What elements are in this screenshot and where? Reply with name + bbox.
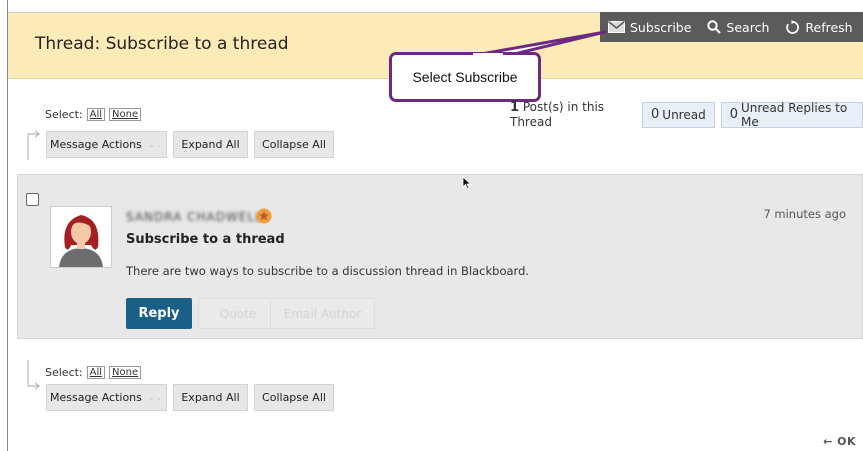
- thread-counts: 1 Post(s) in this Thread 0 Unread 0 Unread…: [510, 100, 863, 129]
- chevron-down-icon: ⌄⌄: [147, 392, 163, 403]
- post-checkbox[interactable]: [26, 193, 39, 206]
- tree-connector-icon: [27, 130, 40, 160]
- unread-count-button[interactable]: 0 Unread: [642, 101, 715, 128]
- bottom-select-row: Select: All None: [45, 366, 142, 379]
- unread-replies-button[interactable]: 0 Unread Replies to Me: [720, 101, 863, 129]
- search-icon: [707, 20, 722, 34]
- select-none-link[interactable]: None: [109, 108, 142, 121]
- envelope-icon: [608, 21, 625, 33]
- select-label: Select:: [45, 366, 83, 379]
- refresh-button[interactable]: Refresh: [777, 19, 860, 35]
- post-body: There are two ways to subscribe to a dis…: [126, 264, 530, 278]
- tree-connector-icon: [27, 360, 40, 390]
- expand-all-button[interactable]: Expand All: [173, 131, 248, 158]
- avatar: [50, 206, 112, 268]
- message-actions-label: Message Actions: [50, 391, 142, 404]
- callout-text: Select Subscribe: [412, 69, 518, 85]
- mouse-cursor-icon: [462, 176, 472, 190]
- message-actions-label: Message Actions: [50, 138, 142, 151]
- badge-icon: [256, 208, 272, 224]
- top-select-row: Select: All None: [45, 108, 142, 121]
- search-button[interactable]: Search: [699, 20, 777, 35]
- post-timestamp: 7 minutes ago: [763, 207, 846, 221]
- select-none-link[interactable]: None: [109, 366, 142, 379]
- instruction-callout: Select Subscribe: [389, 52, 541, 102]
- email-author-button[interactable]: Email Author: [270, 298, 375, 329]
- reply-button[interactable]: Reply: [126, 298, 192, 329]
- refresh-label: Refresh: [805, 19, 853, 35]
- chevron-down-icon: ⌄⌄: [147, 139, 163, 150]
- post-author: SANDRA CHADWELL: [126, 210, 263, 224]
- post-count: 1 Post(s) in this Thread: [510, 100, 605, 129]
- post-card: SANDRA CHADWELL Subscribe to a thread 7 …: [17, 174, 863, 339]
- subscribe-button[interactable]: Subscribe: [600, 20, 699, 35]
- message-actions-button[interactable]: Message Actions ⌄⌄: [46, 384, 167, 411]
- refresh-icon: [785, 19, 800, 35]
- select-label: Select:: [45, 108, 83, 121]
- search-label: Search: [726, 19, 770, 35]
- expand-all-button[interactable]: Expand All: [173, 384, 248, 411]
- collapse-all-button[interactable]: Collapse All: [254, 131, 334, 158]
- header-toolbar: Subscribe Search Refresh: [600, 12, 863, 42]
- subscribe-label: Subscribe: [630, 19, 692, 35]
- quote-button[interactable]: Quote: [198, 298, 278, 329]
- select-all-link[interactable]: All: [86, 366, 106, 379]
- page-title: Thread: Subscribe to a thread: [35, 34, 289, 54]
- post-title: Subscribe to a thread: [126, 232, 285, 247]
- collapse-all-button[interactable]: Collapse All: [254, 384, 334, 411]
- ok-button[interactable]: ← OK: [823, 435, 856, 448]
- user-avatar-icon: [51, 207, 111, 267]
- message-actions-button[interactable]: Message Actions ⌄⌄: [46, 131, 167, 158]
- select-all-link[interactable]: All: [86, 108, 106, 121]
